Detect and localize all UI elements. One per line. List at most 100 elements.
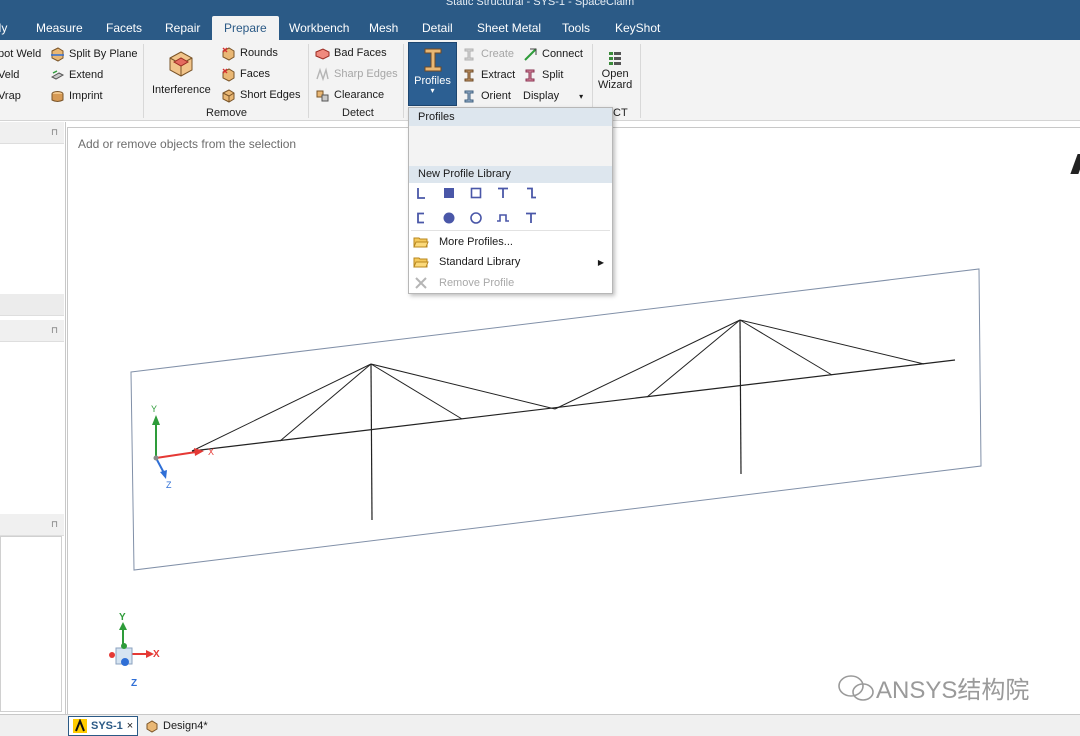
orient-beam-icon <box>464 90 474 102</box>
sharp-edges-button[interactable]: Sharp Edges <box>315 65 398 83</box>
display-dropdown-caret-icon: ▾ <box>579 91 584 101</box>
split-by-plane-button[interactable]: Split By Plane <box>50 45 137 63</box>
close-tab-icon[interactable]: × <box>127 720 133 732</box>
tab-assembly[interactable]: bly <box>0 16 7 40</box>
tab-prepare[interactable]: Prepare <box>212 16 279 40</box>
window-title: Static Structural - SYS-1 - SpaceClaim <box>445 0 635 8</box>
standard-library-menu-item[interactable]: Standard Library ▶ <box>409 252 612 272</box>
more-profiles-menu-item[interactable]: More Profiles... <box>409 232 612 252</box>
world-y-label: Y <box>119 612 126 623</box>
doc-tab-design4[interactable]: Design4* <box>145 716 208 736</box>
window-title-bar: Static Structural - SYS-1 - SpaceClaim <box>0 0 1080 16</box>
panel-header: ⊓ <box>0 122 64 144</box>
profile-t-section-icon[interactable] <box>495 185 511 201</box>
remove-profile-label: Remove Profile <box>439 277 515 289</box>
connect-beam-icon <box>524 47 537 61</box>
ribbon-separator <box>308 44 309 118</box>
local-x-label: X <box>208 447 214 457</box>
bad-faces-button[interactable]: Bad Faces <box>315 44 387 62</box>
new-profile-library-header: New Profile Library <box>409 166 612 183</box>
profile-solid-circle-icon[interactable] <box>441 210 457 226</box>
pin-icon[interactable]: ⊓ <box>51 519 58 530</box>
tab-detail[interactable]: Detail <box>422 16 453 40</box>
local-y-arrow-icon <box>152 415 160 425</box>
rounds-button[interactable]: Rounds <box>221 44 278 62</box>
weld-button[interactable]: Veld <box>0 66 19 84</box>
split-beam-button[interactable]: Split <box>523 66 563 84</box>
faces-icon <box>222 67 235 82</box>
clearance-button[interactable]: Clearance <box>315 86 384 104</box>
interference-button[interactable]: Interference <box>152 46 211 96</box>
world-x-label: X <box>153 649 160 660</box>
short-edges-button[interactable]: Short Edges <box>221 86 301 104</box>
short-edges-icon <box>222 88 235 103</box>
extend-button[interactable]: Extend <box>50 66 103 84</box>
imprint-button[interactable]: Imprint <box>50 87 103 105</box>
tab-repair[interactable]: Repair <box>165 16 200 40</box>
tab-mesh[interactable]: Mesh <box>369 16 398 40</box>
open-wizard-button[interactable]: Open Wizard <box>598 50 632 91</box>
ribbon-tab-bar: bly Measure Facets Repair Prepare Workbe… <box>0 16 1080 40</box>
create-beam-icon <box>464 48 474 60</box>
extract-beam-button[interactable]: Extract <box>462 66 515 84</box>
tab-workbench[interactable]: Workbench <box>289 16 349 40</box>
wrap-label: Vrap <box>0 90 21 102</box>
short-edges-label: Short Edges <box>240 89 301 101</box>
cable <box>739 319 925 365</box>
profiles-menu-header: Profiles <box>409 108 612 126</box>
profile-l-angle-icon[interactable] <box>413 185 429 201</box>
profile-solid-rectangle-icon[interactable] <box>441 185 457 201</box>
profile-i-section-icon[interactable] <box>523 210 539 226</box>
spot-weld-button[interactable]: pot Weld <box>0 45 41 63</box>
doc-tab-sys1[interactable]: SYS-1 × <box>68 716 139 736</box>
bad-faces-label: Bad Faces <box>334 47 387 59</box>
profile-hollow-circle-icon[interactable] <box>468 210 484 226</box>
world-z-label: Z <box>131 678 137 689</box>
structure-panel: ⊓ ⊓ ⊓ <box>0 122 66 714</box>
wrap-button[interactable]: Vrap <box>0 87 21 105</box>
cable <box>370 363 463 420</box>
remove-profile-menu-item[interactable]: Remove Profile <box>409 273 612 293</box>
tab-facets[interactable]: Facets <box>106 16 142 40</box>
panel-body <box>0 536 62 712</box>
pin-icon[interactable]: ⊓ <box>51 325 58 336</box>
cable <box>554 319 741 410</box>
interference-label: Interference <box>152 84 211 96</box>
local-z-label: Z <box>166 480 172 490</box>
open-wizard-label-2: Wizard <box>598 79 633 91</box>
create-beam-button[interactable]: Create <box>462 45 514 63</box>
folder-open-icon <box>413 237 429 248</box>
pin-icon[interactable]: ⊓ <box>51 127 58 138</box>
tab-keyshot[interactable]: KeyShot <box>615 16 660 40</box>
split-beam-icon <box>525 69 535 81</box>
orient-beam-button[interactable]: Orient <box>462 87 511 105</box>
world-y-arrow-icon <box>119 622 127 630</box>
world-axis-triad[interactable]: Y X Z <box>109 612 160 689</box>
create-beam-label: Create <box>481 48 515 60</box>
display-beam-button[interactable]: Display ▾ <box>523 87 583 105</box>
faces-button[interactable]: Faces <box>221 65 270 83</box>
cable <box>191 363 372 452</box>
menu-separator <box>411 230 610 231</box>
tab-measure[interactable]: Measure <box>36 16 83 40</box>
local-y-label: Y <box>151 404 157 414</box>
extend-icon <box>50 69 65 80</box>
profiles-button[interactable]: Profiles ▾ <box>408 42 457 106</box>
sharp-edges-label: Sharp Edges <box>334 68 398 80</box>
profile-hat-section-icon[interactable] <box>495 210 511 226</box>
design-file-icon <box>146 720 158 733</box>
tab-tools[interactable]: Tools <box>562 16 590 40</box>
tab-sheet-metal[interactable]: Sheet Metal <box>477 16 541 40</box>
profile-z-section-icon[interactable] <box>523 185 539 201</box>
wechat-logo-icon <box>838 674 874 701</box>
profile-c-channel-icon[interactable] <box>413 210 429 226</box>
faces-label: Faces <box>240 68 270 80</box>
local-x-axis <box>155 451 197 459</box>
standard-library-label: Standard Library <box>439 256 521 268</box>
world-z-dot-icon <box>121 658 129 666</box>
i-beam-icon <box>424 48 441 72</box>
connect-beam-button[interactable]: Connect <box>523 45 583 63</box>
folder-open-icon <box>413 257 429 268</box>
clearance-icon <box>316 90 329 101</box>
profile-hollow-rectangle-icon[interactable] <box>468 185 484 201</box>
